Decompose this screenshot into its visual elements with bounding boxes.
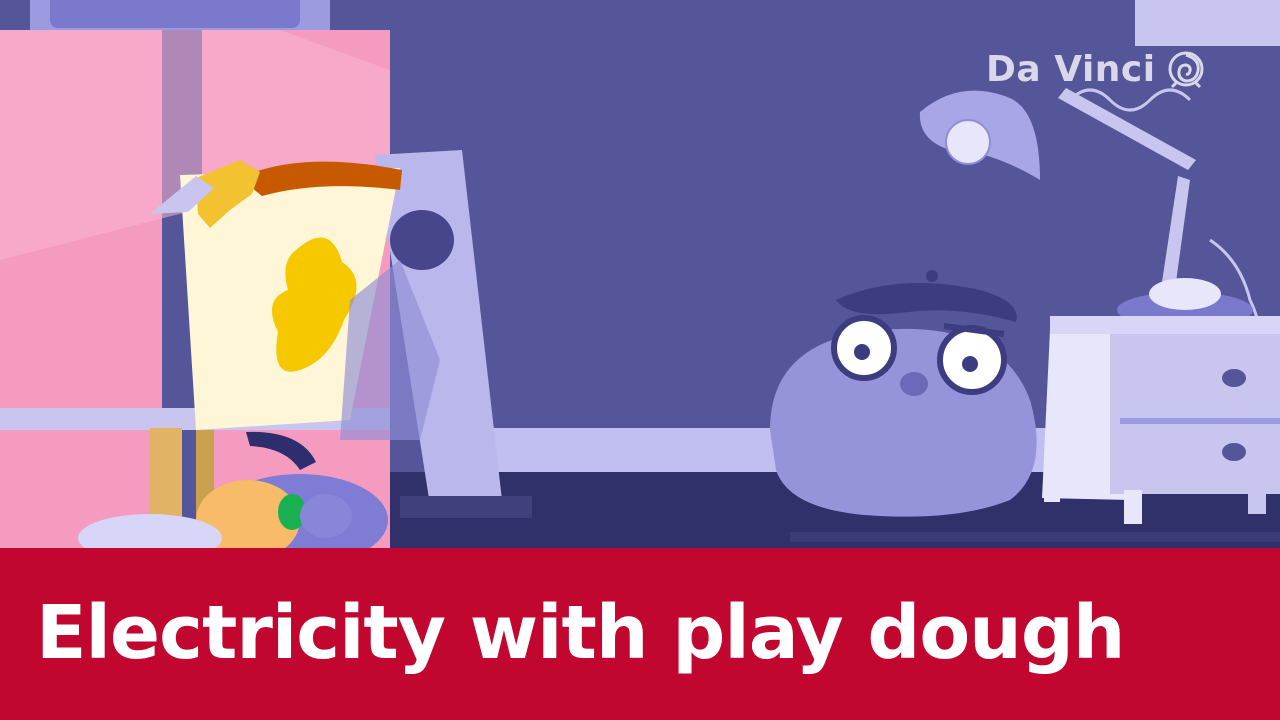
video-thumbnail: Da Vinci Electricity with play dough	[0, 0, 1280, 720]
nightstand-leg-left	[1124, 490, 1142, 524]
nightstand-top	[1050, 316, 1280, 334]
beret-nub	[926, 270, 938, 282]
brand-logo: Da Vinci	[986, 44, 1206, 94]
drawer-knob-top	[1222, 369, 1246, 387]
rug-fringe	[790, 532, 1280, 542]
shell-icon	[1168, 51, 1204, 89]
lamp-base-top	[1149, 278, 1221, 310]
nightstand-leg-back	[1044, 490, 1060, 502]
drawer-knob-bottom	[1222, 443, 1246, 461]
nightstand-leg-right	[1248, 490, 1266, 514]
palette-purple-dab	[300, 494, 352, 538]
character-left-pupil	[854, 344, 870, 360]
wall-picture-right	[1135, 0, 1280, 46]
light-bulb	[945, 119, 991, 165]
wall-picture-left	[50, 0, 300, 28]
character-nose	[900, 372, 928, 396]
nightstand-front	[1110, 326, 1280, 494]
easel-foot	[400, 496, 532, 518]
brand-logo-text: Da Vinci	[986, 48, 1156, 90]
video-title: Electricity with play dough	[36, 590, 1126, 676]
nightstand-drawer-gap	[1120, 418, 1280, 424]
character-right-pupil	[962, 356, 978, 372]
